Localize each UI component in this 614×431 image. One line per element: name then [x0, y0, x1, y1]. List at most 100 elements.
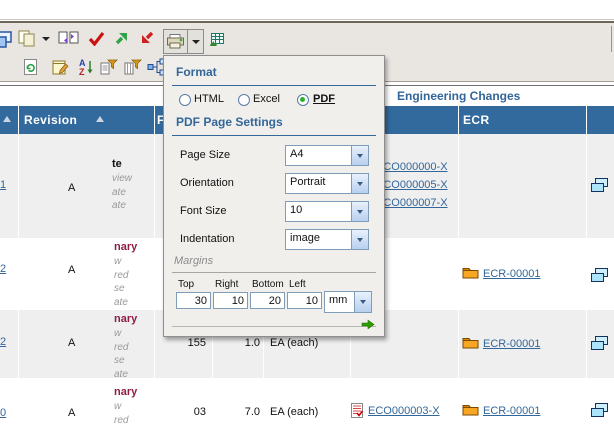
ecr-link[interactable]: ECR-00001	[483, 405, 540, 417]
chevron-down-icon[interactable]	[351, 230, 368, 249]
filter-columns-icon[interactable]	[124, 59, 142, 80]
margin-right-input[interactable]	[213, 292, 248, 309]
format-radio-pdf[interactable]	[297, 94, 309, 106]
application-window: AZ Engineering Changes Revision F ECR 1 …	[0, 0, 614, 431]
margin-bottom-input[interactable]	[250, 292, 285, 309]
chevron-down-icon[interactable]	[351, 202, 368, 221]
page-size-label: Page Size	[180, 149, 230, 161]
qty-cell: 1.0	[212, 337, 260, 349]
margin-bottom-label: Bottom	[252, 279, 284, 290]
eco-link[interactable]: ECO000003-X	[368, 405, 440, 417]
submit-arrow-button[interactable]	[361, 317, 375, 335]
uom-cell: EA (each)	[270, 337, 318, 349]
margins-section-title: Margins	[174, 255, 213, 267]
eco-link[interactable]: ECO000000-X	[376, 161, 448, 173]
margin-unit-select[interactable]: mm	[324, 291, 372, 313]
find-num-cell: 03	[158, 406, 206, 418]
lifecycle-phase-cell: nary w red se ate	[114, 312, 137, 381]
print-button[interactable]	[163, 29, 189, 54]
format-radio-pdf-label[interactable]: PDF	[313, 93, 335, 105]
column-divider	[458, 106, 459, 431]
indentation-label: Indentation	[180, 233, 234, 245]
indentation-select[interactable]: image	[285, 229, 369, 250]
promote-arrow-icon[interactable]	[113, 30, 129, 51]
revision-cell: A	[68, 182, 75, 194]
eco-document-icon	[351, 403, 363, 423]
section-divider	[172, 135, 376, 136]
eco-link[interactable]: ECO000007-X	[376, 197, 448, 209]
folder-icon	[462, 403, 479, 421]
lifecycle-phase-cell: te view ate ate	[112, 157, 132, 213]
item-number-link[interactable]: 1	[0, 179, 6, 191]
svg-text:Z: Z	[79, 67, 85, 76]
pdf-settings-section-title: PDF Page Settings	[176, 115, 283, 129]
green-arrow-icon	[361, 319, 375, 330]
format-radio-html-label[interactable]: HTML	[194, 93, 224, 105]
format-radio-html[interactable]	[179, 94, 191, 106]
margin-top-label: Top	[178, 279, 194, 290]
item-number-link[interactable]: 2	[0, 336, 6, 348]
font-size-select[interactable]: 10	[285, 201, 369, 222]
cascade-windows-icon[interactable]	[0, 31, 12, 54]
toolbar-edge-divider	[611, 26, 612, 52]
copy-icon[interactable]	[18, 30, 36, 52]
revision-cell: A	[68, 407, 75, 419]
item-number-link[interactable]: 2	[0, 263, 6, 275]
ecr-link[interactable]: ECR-00001	[483, 268, 540, 280]
copy-menu-caret-icon[interactable]	[42, 37, 50, 41]
item-number-link[interactable]: 0	[0, 407, 6, 419]
printer-icon	[167, 34, 185, 49]
sort-az-icon[interactable]: AZ	[78, 58, 94, 81]
filter-list-icon[interactable]	[100, 59, 118, 80]
margins-divider	[172, 272, 376, 273]
page-size-select[interactable]: A4	[285, 145, 369, 166]
folder-icon	[462, 336, 479, 354]
folder-icon	[462, 266, 479, 284]
open-in-window-icon[interactable]	[591, 403, 609, 423]
revision-cell: A	[68, 264, 75, 276]
chevron-down-icon[interactable]	[351, 174, 368, 193]
format-radio-excel[interactable]	[238, 94, 250, 106]
orientation-select[interactable]: Portrait	[285, 173, 369, 194]
uom-cell: EA (each)	[270, 406, 318, 418]
open-in-window-icon[interactable]	[591, 178, 609, 198]
orientation-label: Orientation	[180, 177, 234, 189]
approve-check-icon[interactable]	[88, 31, 105, 51]
print-options-caret-button[interactable]	[187, 29, 204, 54]
edit-icon[interactable]	[52, 59, 70, 81]
lifecycle-phase-cell: nary w red se ate	[114, 240, 137, 309]
section-divider	[172, 85, 376, 86]
print-format-dialog: Format HTML Excel PDF PDF Page Settings …	[163, 55, 385, 337]
eco-link[interactable]: ECO000005-X	[376, 179, 448, 191]
refresh-icon[interactable]	[22, 59, 39, 81]
font-size-label: Font Size	[180, 205, 226, 217]
group-header-engineering-changes: Engineering Changes	[397, 89, 520, 103]
ecr-link[interactable]: ECR-00001	[483, 338, 540, 350]
demote-arrow-icon[interactable]	[140, 30, 156, 51]
format-section-title: Format	[176, 65, 217, 79]
lifecycle-phase-cell: nary w red	[114, 385, 137, 427]
swap-windows-icon[interactable]	[58, 30, 79, 51]
open-in-window-icon[interactable]	[591, 268, 609, 288]
column-header-ecr[interactable]: ECR	[463, 113, 490, 127]
chevron-down-icon[interactable]	[351, 146, 368, 165]
margin-left-input[interactable]	[287, 292, 322, 309]
top-divider-light	[0, 19, 614, 20]
column-divider	[18, 106, 19, 431]
margin-right-label: Right	[215, 279, 238, 290]
find-num-cell: 155	[158, 337, 206, 349]
qty-cell: 7.0	[212, 406, 260, 418]
footer-divider	[172, 326, 376, 327]
chevron-down-icon[interactable]	[354, 292, 371, 312]
sort-asc-icon[interactable]	[96, 116, 104, 122]
caret-down-icon	[192, 40, 200, 44]
column-header-revision[interactable]: Revision	[24, 113, 77, 127]
revision-cell: A	[68, 337, 75, 349]
sort-asc-icon[interactable]	[3, 116, 11, 122]
format-radio-excel-label[interactable]: Excel	[253, 93, 280, 105]
export-table-icon[interactable]	[209, 31, 225, 51]
margin-top-input[interactable]	[176, 292, 211, 309]
column-divider	[154, 106, 155, 431]
column-divider	[586, 106, 587, 431]
open-in-window-icon[interactable]	[591, 336, 609, 356]
